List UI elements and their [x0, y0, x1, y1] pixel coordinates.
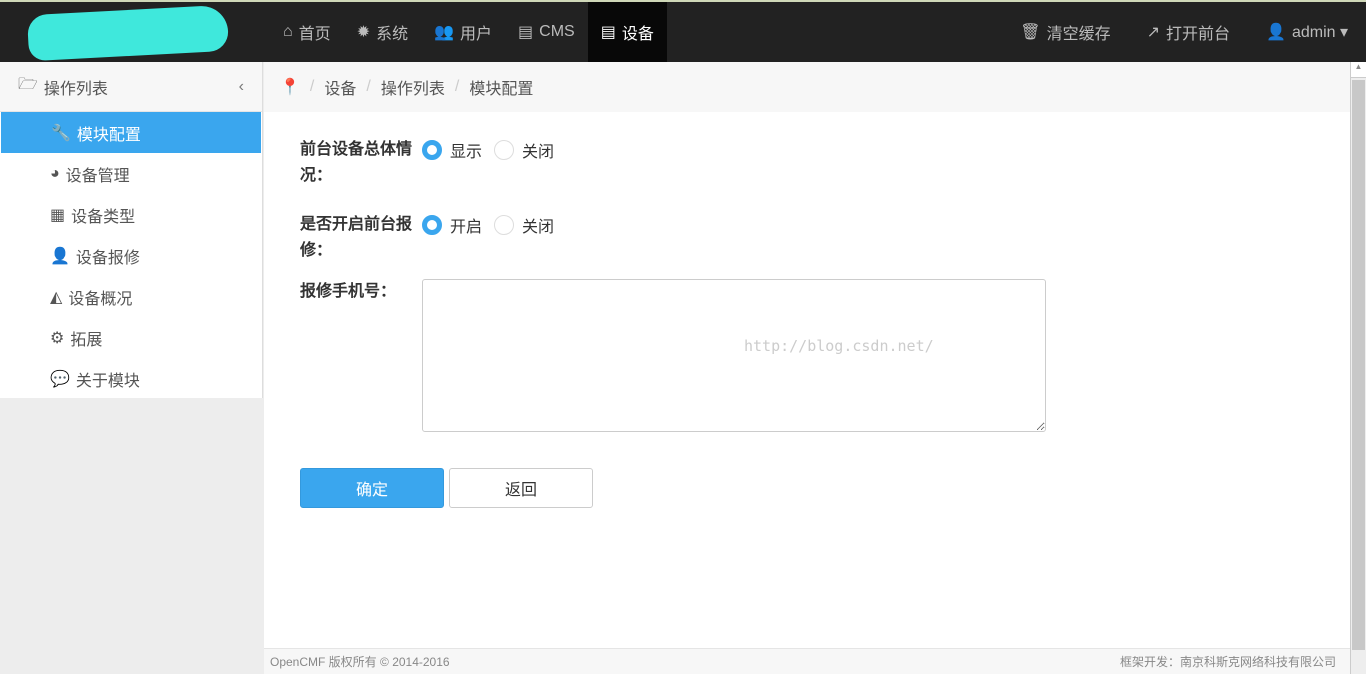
phone-label: 报修手机号： [300, 283, 397, 300]
nav-label: 清空缓存 [1046, 26, 1111, 43]
overview-show-radio[interactable]: 显示 [422, 137, 482, 163]
scroll-up-icon[interactable]: ▲ [1351, 62, 1366, 78]
breadcrumb-item[interactable]: 设备 [324, 75, 356, 99]
breadcrumb-item: 模块配置 [469, 81, 534, 98]
nav-system[interactable]: ✹ 系统 [344, 2, 421, 62]
sidebar-item-about[interactable]: 💬 关于模块 [0, 358, 262, 399]
newspaper-icon: ▤ [518, 24, 534, 41]
nav-label: 系统 [376, 26, 409, 43]
separator: / [309, 78, 315, 95]
scrollbar-thumb[interactable] [1352, 80, 1365, 650]
repair-close-radio[interactable]: 关闭 [494, 212, 554, 238]
sidebar-item-module-config[interactable]: 🔧 模块配置 [1, 112, 261, 153]
wrench-icon: 🔧 [51, 124, 71, 142]
radio-label: 开启 [450, 219, 483, 236]
phone-row: 报修手机号： http://blog.csdn.net/ [300, 279, 1046, 436]
sidebar-header: 🗁 操作列表 ‹ [0, 62, 262, 112]
nav-label: 用户 [460, 26, 493, 43]
repair-open-radio[interactable]: 开启 [422, 212, 482, 238]
phone-textarea[interactable] [422, 279, 1046, 432]
overview-close-radio[interactable]: 关闭 [494, 137, 554, 163]
radio-unchecked[interactable] [494, 140, 515, 160]
separator: / [454, 78, 460, 95]
sidebar-item-label: 模块配置 [76, 126, 141, 144]
radio-unchecked[interactable] [494, 215, 515, 235]
nav-label: admin ▾ [1291, 24, 1348, 41]
radio-checked[interactable] [422, 140, 442, 160]
sidebar-item-label: 关于模块 [75, 372, 140, 390]
open-frontend-button[interactable]: ↗ 打开前台 [1129, 2, 1248, 62]
sidebar-item-label: 设备类型 [71, 208, 136, 226]
submit-button[interactable]: 确定 [300, 468, 444, 508]
main-content: 📍 / 设备 / 操作列表 / 模块配置 前台设备总体情况： 显示 关闭 是否开启前台… [264, 62, 1350, 648]
radio-label: 关闭 [522, 144, 555, 161]
sidebar-title: 操作列表 [43, 80, 108, 98]
back-button[interactable]: 返回 [449, 468, 593, 508]
user-icon: 👤 [50, 247, 70, 265]
nav-users[interactable]: 👥 用户 [421, 2, 505, 62]
trash-icon: 🗑 [1020, 24, 1041, 41]
copyright: OpenCMF 版权所有 © 2014-2016 [270, 655, 450, 669]
watermark: http://blog.csdn.net/ [744, 337, 934, 355]
overview-row: 前台设备总体情况： 显示 关闭 [300, 137, 566, 189]
sidebar-item-device-manage[interactable]: ◕ 设备管理 [0, 153, 262, 194]
chevron-left-icon[interactable]: ‹ [239, 78, 244, 96]
newspaper-icon: ▤ [600, 24, 616, 41]
user-menu[interactable]: 👤 admin ▾ [1248, 2, 1366, 62]
sidebar-item-extend[interactable]: ⚙ 拓展 [0, 317, 262, 358]
sidebar-item-device-overview[interactable]: ◭ 设备概况 [0, 276, 262, 317]
user-icon: 👤 [1266, 24, 1286, 41]
comment-icon: 💬 [50, 370, 70, 388]
right-nav: 🗑 清空缓存 ↗ 打开前台 👤 admin ▾ [1002, 2, 1366, 62]
nav-label: 打开前台 [1166, 26, 1231, 43]
sidebar-item-label: 设备报修 [75, 249, 140, 267]
developer-credit: 框架开发：南京科斯克网络科技有限公司 [1119, 655, 1336, 669]
separator: / [366, 78, 371, 95]
area-chart-icon: ◭ [50, 288, 63, 306]
logo[interactable] [26, 4, 230, 62]
repair-label: 是否开启前台报修： [300, 216, 413, 259]
gears-icon: ⚙ [50, 329, 65, 347]
scrollbar[interactable]: ▲ [1350, 62, 1366, 674]
sidebar-item-label: 拓展 [70, 331, 103, 349]
nav-label: 设备 [621, 26, 654, 43]
map-marker-icon: 📍 [280, 79, 300, 96]
nav-device[interactable]: ▤ 设备 [587, 2, 667, 62]
repair-row: 是否开启前台报修： 开启 关闭 [300, 212, 566, 264]
top-navbar: ⌂ 首页 ✹ 系统 👥 用户 ▤ CMS ▤ 设备 🗑 清空缓存 ↗ 打开前台 👤 admin … [0, 0, 1366, 62]
breadcrumb: 📍 / 设备 / 操作列表 / 模块配置 [264, 62, 1350, 112]
breadcrumb-item[interactable]: 操作列表 [381, 75, 445, 99]
overview-label: 前台设备总体情况： [300, 141, 413, 184]
nav-label: CMS [539, 23, 575, 40]
clear-cache-button[interactable]: 🗑 清空缓存 [1002, 2, 1128, 62]
radio-label: 显示 [450, 144, 483, 161]
nav-label: 首页 [298, 26, 331, 43]
gear-icon: ✹ [356, 24, 371, 41]
sidebar: 🗁 操作列表 ‹ 🔧 模块配置 ◕ 设备管理 ▦ 设备类型 👤 设备报修 ◭ 设备概况 ⚙ 拓展… [0, 62, 263, 398]
dashboard-icon: ◕ [50, 164, 60, 182]
sidebar-item-label: 设备管理 [65, 167, 130, 185]
radio-checked[interactable] [422, 215, 442, 235]
folder-open-icon: 🗁 [18, 76, 38, 93]
users-icon: 👥 [434, 24, 455, 41]
nav-cms[interactable]: ▤ CMS [505, 2, 588, 62]
grid-icon: ▦ [50, 206, 66, 224]
sidebar-item-device-type[interactable]: ▦ 设备类型 [0, 194, 262, 235]
sidebar-item-device-repair[interactable]: 👤 设备报修 [0, 235, 262, 276]
external-link-icon: ↗ [1146, 24, 1160, 41]
main-nav: ⌂ 首页 ✹ 系统 👥 用户 ▤ CMS ▤ 设备 [270, 2, 667, 62]
footer: OpenCMF 版权所有 © 2014-2016 框架开发：南京科斯克网络科技有… [264, 648, 1350, 674]
nav-home[interactable]: ⌂ 首页 [270, 2, 344, 62]
sidebar-item-label: 设备概况 [68, 290, 133, 308]
home-icon: ⌂ [283, 23, 293, 40]
radio-label: 关闭 [522, 219, 555, 236]
